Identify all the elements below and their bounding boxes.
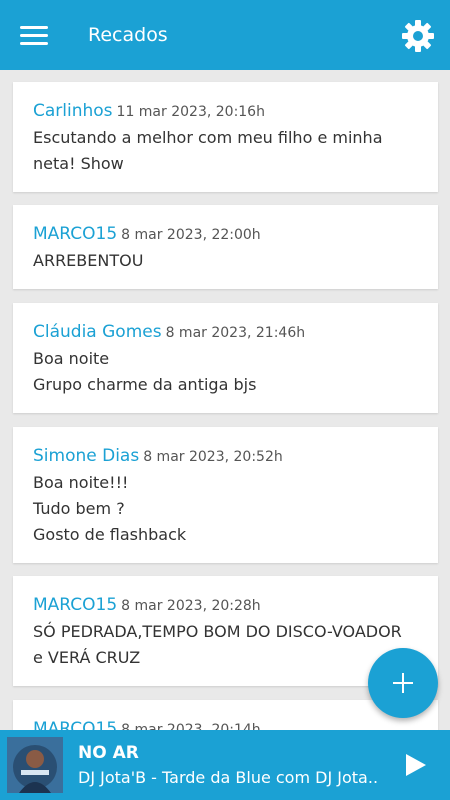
message-card[interactable]: MARCO15 8 mar 2023, 20:14h — [13, 700, 438, 730]
message-card[interactable]: MARCO15 8 mar 2023, 22:00h ARREBENTOU — [13, 205, 438, 289]
message-line: Boa noite — [33, 349, 110, 368]
message-author[interactable]: Carlinhos — [33, 101, 113, 121]
message-card[interactable]: Simone Dias 8 mar 2023, 20:52h Boa noite!… — [13, 427, 438, 563]
message-header: Simone Dias 8 mar 2023, 20:52h — [33, 443, 418, 470]
message-header: MARCO15 8 mar 2023, 20:14h — [33, 716, 418, 730]
add-message-button[interactable] — [368, 648, 438, 718]
message-line: SÓ PEDRADA,TEMPO BOM DO DISCO-VOADOR — [33, 622, 402, 641]
message-line: Escutando a melhor com meu filho e minha — [33, 128, 383, 147]
message-line: Grupo charme da antiga bjs — [33, 375, 257, 394]
message-line: Gosto de flashback — [33, 525, 187, 544]
on-air-label: NO AR — [78, 743, 139, 763]
page-title: Recados — [88, 24, 168, 46]
dj-thumbnail[interactable] — [7, 737, 63, 793]
app-bar: Recados — [0, 0, 450, 70]
message-line: ARREBENTOU — [33, 251, 144, 270]
track-title: DJ Jota'B - Tarde da Blue com DJ Jota.. — [78, 768, 379, 787]
play-icon[interactable] — [402, 752, 428, 778]
message-line: e VERÁ CRUZ — [33, 648, 141, 667]
message-date: 8 mar 2023, 21:46h — [165, 325, 306, 341]
message-card[interactable]: Cláudia Gomes 8 mar 2023, 21:46h Boa noit… — [13, 303, 438, 413]
message-header: MARCO15 8 mar 2023, 20:28h — [33, 592, 418, 619]
message-author[interactable]: Simone Dias — [33, 446, 139, 466]
plus-icon — [402, 673, 404, 693]
message-date: 11 mar 2023, 20:16h — [116, 104, 265, 120]
message-card[interactable]: Carlinhos 11 mar 2023, 20:16h Escutando a… — [13, 82, 438, 192]
message-date: 8 mar 2023, 20:52h — [143, 449, 283, 465]
message-header: MARCO15 8 mar 2023, 22:00h — [33, 221, 418, 248]
message-line: Boa noite!!! — [33, 473, 129, 492]
message-header: Carlinhos 11 mar 2023, 20:16h — [33, 98, 418, 125]
message-line: Tudo bem ? — [33, 499, 125, 518]
gear-icon[interactable] — [400, 18, 436, 54]
player-bar[interactable]: NO AR DJ Jota'B - Tarde da Blue com DJ J… — [0, 730, 450, 800]
message-date: 8 mar 2023, 20:28h — [121, 598, 261, 614]
message-author[interactable]: MARCO15 — [33, 224, 117, 244]
messages-feed[interactable]: Carlinhos 11 mar 2023, 20:16h Escutando a… — [0, 70, 450, 730]
message-date: 8 mar 2023, 22:00h — [121, 227, 261, 243]
message-author[interactable]: Cláudia Gomes — [33, 322, 162, 342]
message-line: neta! Show — [33, 154, 124, 173]
message-author[interactable]: MARCO15 — [33, 595, 117, 615]
message-author[interactable]: MARCO15 — [33, 719, 117, 730]
message-date: 8 mar 2023, 20:14h — [121, 722, 261, 730]
hamburger-menu-icon[interactable] — [20, 22, 50, 48]
message-header: Cláudia Gomes 8 mar 2023, 21:46h — [33, 319, 418, 346]
